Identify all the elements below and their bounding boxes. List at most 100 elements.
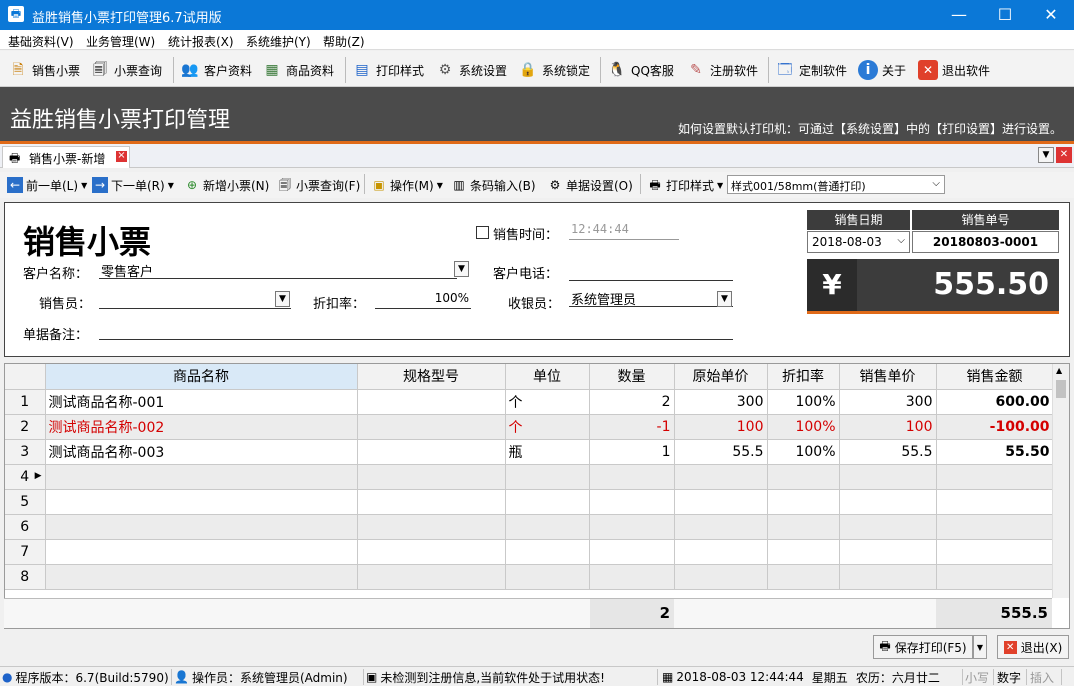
cell-qty[interactable]: -1 [589,414,675,440]
cell-name[interactable] [45,539,358,565]
col-header-discount[interactable]: 折扣率 [767,364,840,390]
phone-field[interactable] [569,263,733,281]
cell-amount[interactable]: 55.50 [936,439,1054,465]
cell-spec[interactable] [357,414,506,440]
cell-spec[interactable] [357,539,506,565]
table-row[interactable]: 8 [5,564,1054,590]
cell-amount[interactable] [936,464,1054,490]
menu-help[interactable]: 帮助(Z) [323,33,365,50]
cell-spec[interactable] [357,514,506,540]
salesman-dropdown-icon[interactable]: ▼ [275,291,290,307]
document-settings-button[interactable]: ⚙ 单据设置(O) [547,176,633,194]
cell-amount[interactable] [936,514,1054,540]
minimize-button[interactable]: — [936,0,982,30]
menu-maintenance[interactable]: 系统维护(Y) [246,33,311,50]
cell-amount[interactable]: -100.00 [936,414,1054,440]
cell-name[interactable] [45,489,358,515]
print-style-button[interactable]: ▤ 打印样式 [352,59,424,81]
qq-service-button[interactable]: 🐧 QQ客服 [607,59,674,81]
cell-discount[interactable] [767,489,840,515]
settings-button[interactable]: ⚙ 系统设置 [435,59,507,81]
table-row[interactable]: 6 [5,514,1054,540]
cell-price[interactable]: 300 [674,389,768,415]
cell-sale-price[interactable] [839,564,937,590]
print-style-select[interactable]: 样式001/58mm(普通打印) ⌵ [727,175,945,194]
sale-time-checkbox[interactable] [476,226,489,239]
col-header-sale-price[interactable]: 销售单价 [839,364,937,390]
cell-price[interactable] [674,539,768,565]
cell-unit[interactable] [505,539,590,565]
cell-qty[interactable] [589,489,675,515]
col-header-spec[interactable]: 规格型号 [357,364,506,390]
barcode-input-button[interactable]: ▥ 条码输入(B) [451,176,535,194]
cell-unit[interactable]: 个 [505,414,590,440]
menu-reports[interactable]: 统计报表(X) [168,33,234,50]
cell-discount[interactable] [767,464,840,490]
cell-qty[interactable]: 2 [589,389,675,415]
about-button[interactable]: i 关于 [858,59,906,81]
cell-spec[interactable] [357,564,506,590]
cell-price[interactable]: 55.5 [674,439,768,465]
print-style-dropdown-button[interactable]: 🖶 打印样式 ▼ [647,176,723,194]
cell-price[interactable] [674,564,768,590]
exit-button[interactable]: ✕ 退出(X) [997,635,1069,659]
cell-price[interactable]: 100 [674,414,768,440]
scroll-thumb[interactable] [1056,380,1066,398]
cell-sale-price[interactable] [839,489,937,515]
table-row[interactable]: 1 测试商品名称-001 个 2 300 100% 300 600.00 [5,389,1054,415]
customer-field[interactable]: 零售客户 [99,261,457,280]
tab-sale-ticket-new[interactable]: 🖶 销售小票-新增 × [2,146,130,168]
products-button[interactable]: ▦ 商品资料 [262,59,334,81]
exit-software-button[interactable]: ✕ 退出软件 [918,59,990,81]
cell-qty[interactable]: 1 [589,439,675,465]
cell-qty[interactable] [589,464,675,490]
cell-name[interactable] [45,564,358,590]
cell-sale-price[interactable]: 300 [839,389,937,415]
ticket-query-sub-button[interactable]: 🗐 小票查询(F) [277,176,360,194]
cell-amount[interactable] [936,564,1054,590]
sale-date-picker[interactable]: 2018-08-03 ⌵ [807,231,910,253]
cell-amount[interactable] [936,489,1054,515]
cashier-field[interactable]: 系统管理员 [569,289,733,308]
discount-field[interactable]: 100% [375,291,471,309]
custom-software-button[interactable]: 🗔 定制软件 [775,59,847,81]
new-ticket-button[interactable]: ⊕ 新增小票(N) [184,176,269,194]
cell-unit[interactable] [505,564,590,590]
cell-price[interactable] [674,489,768,515]
cell-discount[interactable]: 100% [767,389,840,415]
cell-discount[interactable]: 100% [767,439,840,465]
salesman-field[interactable] [99,291,291,309]
col-header-qty[interactable]: 数量 [589,364,675,390]
operations-button[interactable]: ▣ 操作(M) ▼ [371,176,443,194]
cell-name[interactable]: 测试商品名称-002 [45,414,358,440]
menu-business[interactable]: 业务管理(W) [86,33,155,50]
col-header-name[interactable]: 商品名称 [45,364,358,390]
cell-unit[interactable]: 瓶 [505,439,590,465]
register-button[interactable]: ✎ 注册软件 [686,59,758,81]
cashier-dropdown-icon[interactable]: ▼ [717,291,732,307]
customer-dropdown-icon[interactable]: ▼ [454,261,469,277]
close-window-button[interactable]: ✕ [1028,0,1074,30]
col-header-amount[interactable]: 销售金额 [936,364,1054,390]
maximize-button[interactable]: ☐ [982,0,1028,30]
cell-name[interactable]: 测试商品名称-003 [45,439,358,465]
cell-sale-price[interactable] [839,514,937,540]
scroll-up-icon[interactable]: ▲ [1056,366,1062,375]
remark-field[interactable] [99,322,733,340]
tab-close-icon[interactable]: × [116,151,127,162]
cell-qty[interactable] [589,564,675,590]
cell-amount[interactable]: 600.00 [936,389,1054,415]
ticket-query-button[interactable]: 🗐 小票查询 [90,59,162,81]
col-header-unit[interactable]: 单位 [505,364,590,390]
cell-spec[interactable] [357,389,506,415]
cell-discount[interactable] [767,514,840,540]
cell-spec[interactable] [357,439,506,465]
cell-discount[interactable] [767,564,840,590]
lock-button[interactable]: 🔒 系统锁定 [518,59,590,81]
cell-qty[interactable] [589,539,675,565]
cell-unit[interactable] [505,464,590,490]
sale-ticket-button[interactable]: 🗎 销售小票 [8,59,80,81]
cell-price[interactable] [674,464,768,490]
col-header-price[interactable]: 原始单价 [674,364,768,390]
table-row[interactable]: 5 [5,489,1054,515]
